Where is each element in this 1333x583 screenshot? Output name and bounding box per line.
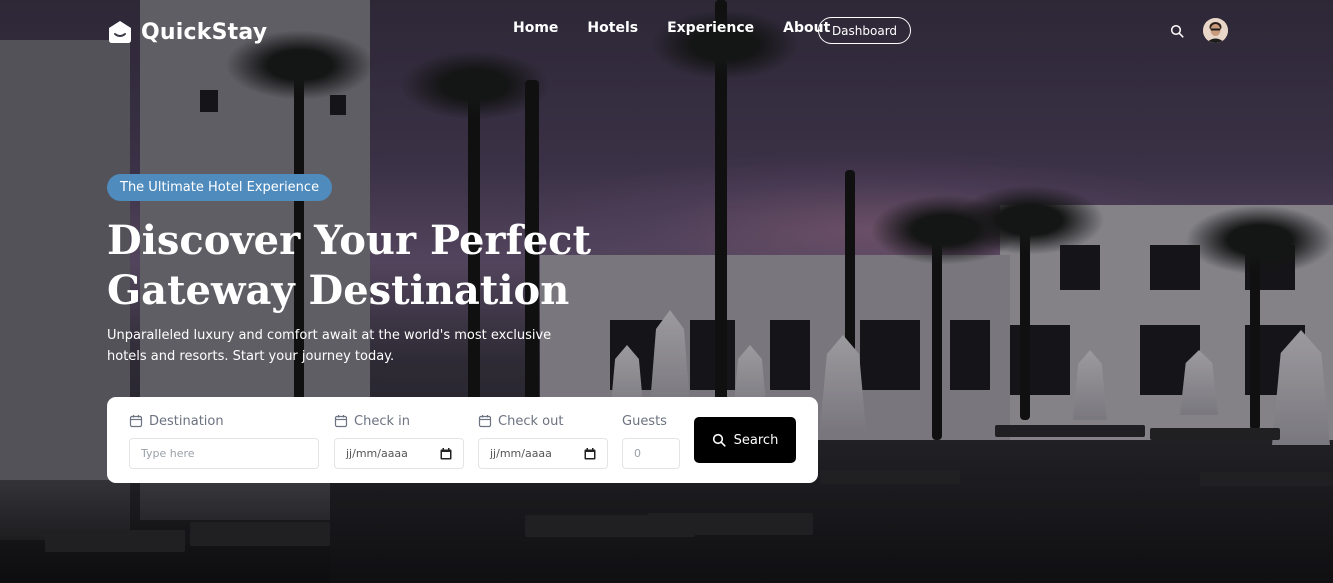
search-button-label: Search <box>733 432 779 448</box>
nav-link-experience[interactable]: Experience <box>667 20 754 36</box>
search-button[interactable]: Search <box>694 417 796 463</box>
destination-label: Destination <box>149 413 224 429</box>
calendar-icon <box>129 415 143 428</box>
brand-logo[interactable]: QuickStay <box>107 18 267 46</box>
guests-input[interactable]: 0 <box>622 438 680 469</box>
checkin-label-row: Check in <box>334 412 464 430</box>
checkin-label: Check in <box>354 413 410 429</box>
checkin-date-input[interactable]: jj/mm/aaaa <box>334 438 464 469</box>
destination-label-row: Destination <box>129 412 319 430</box>
search-icon[interactable] <box>1170 24 1184 38</box>
guests-label: Guests <box>622 413 667 429</box>
hero-headline: Discover Your Perfect Gateway Destinatio… <box>107 217 591 314</box>
checkin-field: Check in jj/mm/aaaa <box>334 412 464 469</box>
destination-placeholder: Type here <box>141 447 195 460</box>
avatar[interactable] <box>1203 18 1228 43</box>
checkout-field: Check out jj/mm/aaaa <box>478 412 608 469</box>
checkout-value: jj/mm/aaaa <box>490 447 552 460</box>
calendar-icon <box>334 415 348 428</box>
checkin-value: jj/mm/aaaa <box>346 447 408 460</box>
search-icon <box>712 433 726 447</box>
hero-subtext: Unparalleled luxury and comfort await at… <box>107 328 552 364</box>
user-avatar-icon <box>1203 18 1228 43</box>
date-picker-icon[interactable] <box>584 447 596 460</box>
destination-input[interactable]: Type here <box>129 438 319 469</box>
guests-label-row: Guests <box>622 412 680 430</box>
date-picker-icon[interactable] <box>440 447 452 460</box>
checkout-date-input[interactable]: jj/mm/aaaa <box>478 438 608 469</box>
checkout-label: Check out <box>498 413 564 429</box>
navbar: QuickStay Home Hotels Experience About D… <box>0 0 1333 62</box>
nav-links: Home Hotels Experience About <box>513 20 830 36</box>
guests-placeholder: 0 <box>634 447 641 460</box>
checkout-label-row: Check out <box>478 412 608 430</box>
hero-badge: The Ultimate Hotel Experience <box>107 174 333 201</box>
nav-link-hotels[interactable]: Hotels <box>587 20 638 36</box>
logo-icon <box>109 21 131 43</box>
nav-link-home[interactable]: Home <box>513 20 558 36</box>
guests-field: Guests 0 <box>622 412 680 469</box>
brand-name: QuickStay <box>141 19 268 45</box>
dashboard-button[interactable]: Dashboard <box>818 17 911 44</box>
calendar-icon <box>478 415 492 428</box>
search-form: Destination Type here Check in jj/mm/aaa… <box>107 397 818 483</box>
destination-field: Destination Type here <box>129 412 319 469</box>
